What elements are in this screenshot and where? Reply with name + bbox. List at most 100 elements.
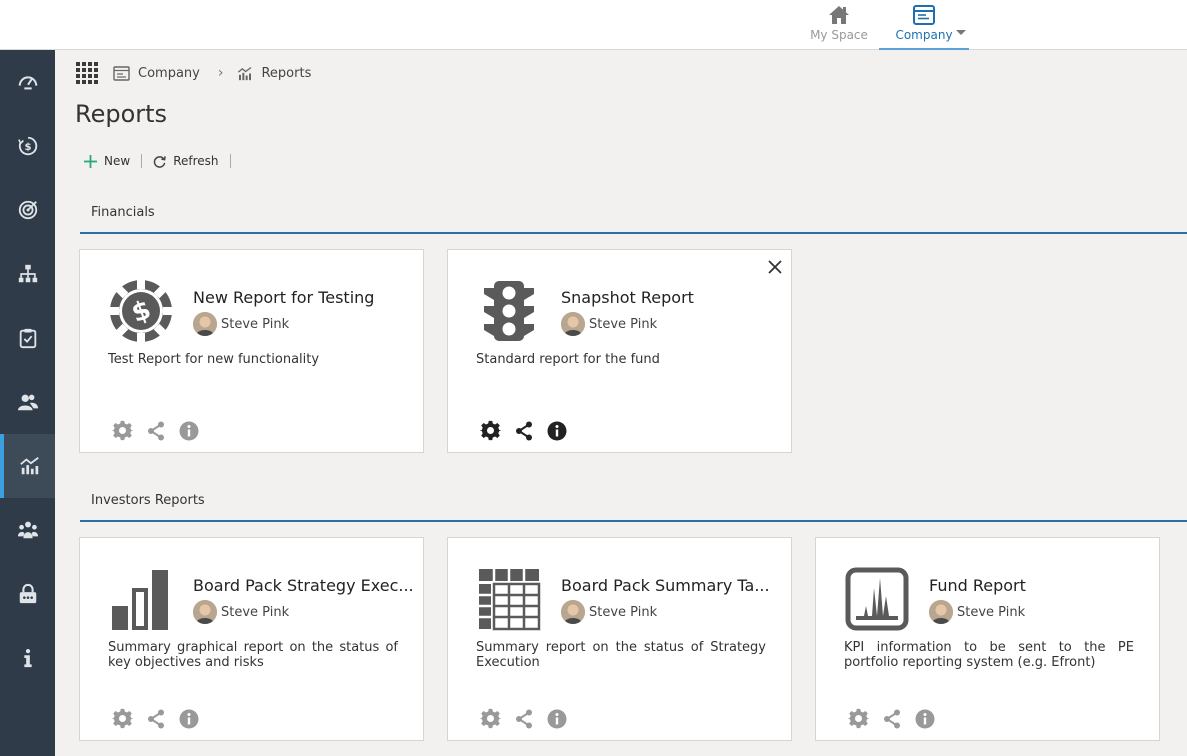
plus-icon	[84, 154, 97, 168]
nav-company[interactable]: Company	[879, 4, 969, 50]
info-circle-icon	[547, 709, 567, 728]
sidebar-item-people[interactable]	[0, 370, 55, 434]
breadcrumb-reports[interactable]: Reports	[237, 66, 311, 81]
report-description: Summary graphical report on the status o…	[108, 640, 398, 670]
breadcrumb-separator: ›	[217, 65, 224, 81]
report-card[interactable]: Board Pack Strategy Exec... Steve Pink S…	[79, 537, 424, 741]
report-card[interactable]: Fund Report Steve Pink KPI information t…	[815, 537, 1160, 741]
info-button[interactable]	[915, 709, 935, 729]
settings-button[interactable]	[480, 708, 501, 729]
section-title: Investors Reports	[91, 493, 205, 508]
sidebar-item-security[interactable]	[0, 562, 55, 626]
avatar	[561, 312, 585, 336]
settings-button[interactable]	[848, 708, 869, 729]
finance-icon: $	[17, 136, 37, 156]
report-title[interactable]: Snapshot Report	[561, 288, 694, 307]
table-grid-icon	[479, 569, 541, 631]
apps-grid-button[interactable]	[76, 62, 98, 84]
sidebar-item-tasks[interactable]	[0, 306, 55, 370]
report-card[interactable]: Snapshot Report Steve Pink Standard repo…	[447, 249, 792, 453]
report-card[interactable]: $ New Report for Testing Steve Pink Test…	[79, 249, 424, 453]
company-icon	[913, 5, 935, 25]
new-button[interactable]: New	[84, 154, 130, 168]
report-title[interactable]: New Report for Testing	[193, 288, 374, 307]
share-button[interactable]	[514, 709, 534, 729]
report-author-name: Steve Pink	[957, 604, 1026, 620]
sidebar-item-dashboard[interactable]	[0, 50, 55, 114]
report-actions	[480, 420, 580, 441]
report-author: Steve Pink	[193, 600, 289, 624]
report-actions	[480, 708, 580, 729]
sidebar-item-objectives[interactable]	[0, 178, 55, 242]
info-button[interactable]	[547, 709, 567, 729]
gear-icon	[848, 708, 869, 729]
sidebar-item-info[interactable]	[0, 626, 55, 690]
toolbar-divider	[229, 154, 231, 168]
refresh-button-label: Refresh	[173, 154, 219, 168]
report-title[interactable]: Board Pack Summary Ta...	[561, 576, 770, 595]
toolbar-divider	[141, 154, 143, 168]
report-card[interactable]: Board Pack Summary Ta... Steve Pink Summ…	[447, 537, 792, 741]
nav-company-label: Company	[895, 28, 953, 42]
settings-button[interactable]	[112, 708, 133, 729]
settings-button[interactable]	[112, 420, 133, 441]
report-description: Test Report for new functionality	[108, 352, 320, 367]
info-circle-icon	[547, 421, 567, 440]
report-author: Steve Pink	[929, 600, 1025, 624]
nav-my-space[interactable]: My Space	[810, 4, 868, 42]
info-button[interactable]	[179, 709, 199, 729]
nav-my-space-label: My Space	[810, 28, 868, 42]
sidebar-item-organization[interactable]	[0, 242, 55, 306]
settings-button[interactable]	[480, 420, 501, 441]
reports-icon	[19, 457, 39, 475]
kpi-chart-icon	[845, 567, 909, 631]
info-button[interactable]	[547, 421, 567, 441]
report-title[interactable]: Board Pack Strategy Exec...	[193, 576, 414, 595]
gear-icon	[480, 708, 501, 729]
company-dropdown-caret[interactable]	[956, 30, 966, 35]
share-button[interactable]	[146, 421, 166, 441]
avatar	[561, 600, 585, 624]
share-button[interactable]	[146, 709, 166, 729]
breadcrumb-company-label: Company	[138, 65, 200, 81]
report-actions	[848, 708, 948, 729]
info-button[interactable]	[179, 421, 199, 441]
share-button[interactable]	[882, 709, 902, 729]
breadcrumb-reports-label: Reports	[261, 65, 312, 81]
avatar	[193, 312, 217, 336]
breadcrumb-company[interactable]: Company	[113, 66, 200, 81]
casino-chip-dollar-icon: $	[110, 280, 172, 342]
sidebar-item-reports[interactable]	[0, 434, 55, 498]
gear-icon	[480, 420, 501, 441]
report-description: Standard report for the fund	[476, 352, 660, 367]
reports-icon	[238, 66, 252, 80]
gear-icon	[112, 420, 133, 441]
section-title: Financials	[91, 205, 155, 220]
section-header-investors-reports: Investors Reports	[80, 479, 1187, 522]
refresh-icon	[153, 155, 166, 168]
users-icon	[17, 394, 38, 411]
org-chart-icon	[18, 264, 37, 283]
team-icon	[17, 521, 38, 539]
share-button[interactable]	[514, 421, 534, 441]
gear-icon	[112, 708, 133, 729]
sidebar: $	[0, 50, 55, 756]
share-icon	[148, 709, 164, 728]
report-title[interactable]: Fund Report	[929, 576, 1026, 595]
home-icon	[829, 6, 849, 24]
refresh-button[interactable]: Refresh	[153, 154, 219, 168]
company-icon	[113, 65, 130, 81]
report-author: Steve Pink	[561, 312, 657, 336]
report-author-name: Steve Pink	[589, 316, 658, 332]
new-button-label: New	[104, 154, 131, 168]
apps-grid-icon	[76, 62, 98, 84]
info-circle-icon	[915, 709, 935, 728]
sidebar-item-teams[interactable]	[0, 498, 55, 562]
sidebar-item-finance[interactable]: $	[0, 114, 55, 178]
info-circle-icon	[179, 709, 199, 728]
report-author-name: Steve Pink	[221, 604, 290, 620]
close-icon[interactable]	[766, 258, 784, 276]
traffic-light-icon	[484, 281, 534, 341]
lock-icon	[19, 583, 36, 604]
dashboard-icon	[18, 76, 37, 90]
